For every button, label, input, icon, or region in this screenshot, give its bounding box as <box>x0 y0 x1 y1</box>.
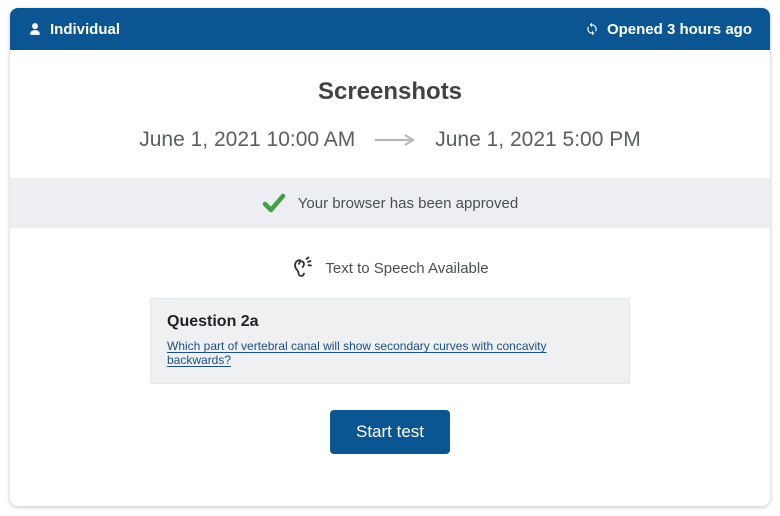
refresh-icon <box>585 22 599 36</box>
test-card: Individual Opened 3 hours ago Screenshot… <box>10 8 770 506</box>
tts-availability: Text to Speech Available <box>10 256 770 280</box>
question-preview: Question 2a Which part of vertebral cana… <box>150 298 630 384</box>
window-end: June 1, 2021 5:00 PM <box>435 128 640 152</box>
ear-icon <box>291 256 315 280</box>
tts-text: Text to Speech Available <box>325 260 488 277</box>
opened-indicator: Opened 3 hours ago <box>585 21 752 38</box>
browser-approval: Your browser has been approved <box>10 178 770 228</box>
approval-text: Your browser has been approved <box>298 195 518 212</box>
mode-indicator: Individual <box>28 21 120 38</box>
opened-label: Opened 3 hours ago <box>607 21 752 38</box>
question-label: Question 2a <box>167 313 613 331</box>
start-test-button[interactable]: Start test <box>330 410 450 454</box>
window-start: June 1, 2021 10:00 AM <box>139 128 355 152</box>
question-text-link[interactable]: Which part of vertebral canal will show … <box>167 339 613 367</box>
mode-label: Individual <box>50 21 120 38</box>
time-window: June 1, 2021 10:00 AM June 1, 2021 5:00 … <box>10 128 770 152</box>
arrow-right-icon <box>373 133 417 147</box>
check-icon <box>262 191 286 215</box>
top-bar: Individual Opened 3 hours ago <box>10 8 770 50</box>
page-title: Screenshots <box>10 78 770 106</box>
user-icon <box>28 22 42 36</box>
